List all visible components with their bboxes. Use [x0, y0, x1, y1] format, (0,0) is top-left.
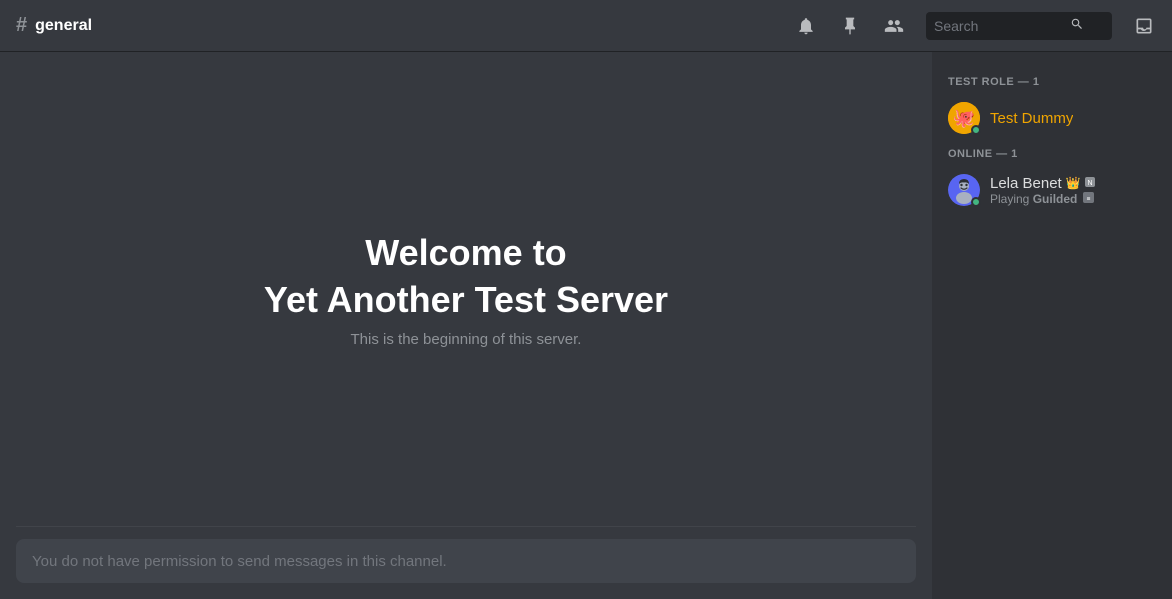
online-group-header: ONLINE — 1: [940, 148, 1164, 160]
pin-icon: [840, 16, 860, 36]
pinned-messages-button[interactable]: [838, 14, 862, 38]
member-list-button[interactable]: [882, 14, 906, 38]
search-bar[interactable]: [926, 12, 1112, 40]
members-sidebar: TEST ROLE — 1 🐙 Test Dummy ONLINE — 1: [932, 52, 1172, 599]
header: # general: [0, 0, 1172, 52]
members-icon: [884, 16, 904, 36]
member-item-lela-benet[interactable]: Lela Benet 👑 N Playing Guilded: [940, 168, 1164, 212]
inbox-button[interactable]: [1132, 14, 1156, 38]
game-name: Guilded: [1033, 192, 1078, 206]
svg-text:≡: ≡: [1086, 195, 1090, 202]
search-icon: [1070, 17, 1084, 34]
role-group-header: TEST ROLE — 1: [940, 76, 1164, 88]
avatar-wrapper-lela: [948, 174, 980, 206]
nitro-icon: N: [1084, 176, 1096, 191]
channel-name: general: [35, 17, 92, 35]
status-dot-lela: [971, 197, 981, 207]
member-info-lela: Lela Benet 👑 N Playing Guilded: [990, 175, 1096, 206]
notifications-button[interactable]: [794, 14, 818, 38]
chat-area: Welcome to Yet Another Test Server This …: [0, 52, 932, 599]
welcome-title: Welcome to Yet Another Test Server: [264, 230, 668, 324]
main-area: Welcome to Yet Another Test Server This …: [0, 52, 1172, 599]
member-status-lela: Playing Guilded ≡: [990, 192, 1096, 206]
bell-icon: [796, 16, 816, 36]
member-name-test-dummy: Test Dummy: [990, 110, 1073, 127]
header-icons: [794, 12, 1156, 40]
member-name-lela: Lela Benet: [990, 175, 1062, 192]
member-item-test-dummy[interactable]: 🐙 Test Dummy: [940, 96, 1164, 140]
inbox-icon: [1134, 16, 1154, 36]
status-dot-test-dummy: [971, 125, 981, 135]
svg-text:N: N: [1087, 180, 1092, 187]
channel-hash-icon: #: [16, 14, 27, 37]
search-input[interactable]: [934, 18, 1064, 34]
chat-no-permission: You do not have permission to send messa…: [16, 539, 916, 583]
welcome-subtitle: This is the beginning of this server.: [351, 331, 582, 348]
avatar-wrapper-test-dummy: 🐙: [948, 102, 980, 134]
chat-divider: [16, 526, 916, 527]
chat-messages: Welcome to Yet Another Test Server This …: [0, 52, 932, 526]
lela-name-row: Lela Benet 👑 N: [990, 175, 1096, 192]
crown-icon: 👑: [1066, 176, 1081, 190]
chat-input-area: You do not have permission to send messa…: [0, 539, 932, 599]
member-info-test-dummy: Test Dummy: [990, 110, 1073, 127]
nitro-badge: ≡: [1083, 192, 1094, 206]
